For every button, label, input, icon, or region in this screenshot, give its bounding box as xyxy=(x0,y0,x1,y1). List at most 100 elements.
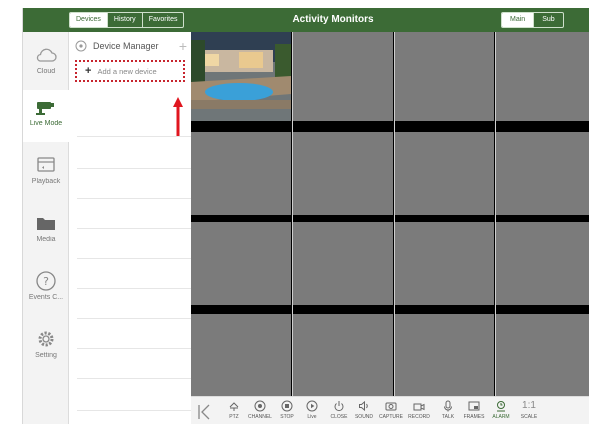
video-channel-cell[interactable] xyxy=(191,314,291,396)
device-list-row xyxy=(77,228,191,229)
video-channel-cell[interactable] xyxy=(394,314,494,396)
video-channel-cell[interactable] xyxy=(495,222,589,305)
app-window: Devices History Favorites Activity Monit… xyxy=(22,8,589,424)
toolbar-label: CHANNEL xyxy=(248,414,272,420)
device-list-row xyxy=(77,258,191,259)
toolbar-label: FRAMES xyxy=(463,414,485,420)
ptz-icon xyxy=(229,402,239,411)
live-video-thumbnail xyxy=(191,32,291,109)
sidebar-item-label: Setting xyxy=(35,352,57,359)
sidebar-item-cloud[interactable]: Cloud xyxy=(23,38,69,90)
sidebar-item-label: Live Mode xyxy=(29,120,63,127)
video-channel-cell[interactable] xyxy=(292,314,393,396)
tab-devices[interactable]: Devices xyxy=(70,13,108,27)
video-channel-cell[interactable] xyxy=(191,222,291,305)
alarm-icon xyxy=(497,401,505,412)
sidebar-item-label: Media xyxy=(36,236,56,243)
add-device-button[interactable]: + Add a new device xyxy=(75,60,185,82)
collapse-left-icon[interactable] xyxy=(197,404,211,420)
video-channel-cell[interactable] xyxy=(495,32,589,121)
mic-icon xyxy=(444,400,452,412)
tab-main-stream[interactable]: Main xyxy=(502,13,535,27)
toolbar-label: SCALE xyxy=(520,414,538,420)
frames-icon xyxy=(468,401,480,411)
page-title: Activity Monitors xyxy=(292,14,374,25)
grid-divider xyxy=(495,32,496,396)
tab-favorites[interactable]: Favorites xyxy=(143,13,184,27)
sidebar-item-live-mode[interactable]: Live Mode xyxy=(23,90,69,142)
toolbar-label: RECORD xyxy=(408,414,430,420)
sidebar-item-media[interactable]: Media xyxy=(23,206,69,258)
add-icon[interactable]: + xyxy=(179,39,187,53)
svg-text:?: ? xyxy=(43,275,49,288)
channel-button[interactable]: CHANNEL xyxy=(247,399,273,424)
record-button[interactable]: RECORD xyxy=(406,399,432,424)
sidebar-item-playback[interactable]: Playback xyxy=(23,148,69,200)
video-grid xyxy=(191,32,589,396)
device-list-row xyxy=(77,348,191,349)
sound-button[interactable]: SOUND xyxy=(351,399,377,424)
device-list-row xyxy=(77,410,191,411)
toolbar-label: Live xyxy=(307,414,317,420)
video-channel-cell[interactable] xyxy=(292,222,393,305)
toolbar-label: PTZ xyxy=(229,414,239,420)
sidebar: Cloud Live Mode Playback Media ? Events … xyxy=(23,32,69,424)
video-channel-cell[interactable] xyxy=(394,222,494,305)
record-icon xyxy=(413,403,425,411)
sidebar-item-setting[interactable]: Setting xyxy=(23,322,69,374)
red-arrow-annotation xyxy=(173,97,183,137)
video-channel-cell[interactable] xyxy=(292,32,393,121)
scale-button[interactable]: 1:1 SCALE xyxy=(516,399,542,424)
toolbar-label: ALARM xyxy=(492,414,510,420)
video-channel-cell[interactable] xyxy=(495,132,589,215)
toolbar-label: TALK xyxy=(441,414,455,420)
device-list-row xyxy=(77,168,191,169)
video-channel-cell[interactable] xyxy=(191,32,291,121)
close-button[interactable]: CLOSE xyxy=(326,399,352,424)
channel-icon xyxy=(254,400,266,412)
tab-sub-stream[interactable]: Sub xyxy=(534,13,562,27)
video-channel-cell[interactable] xyxy=(394,132,494,215)
device-list-row xyxy=(77,136,191,137)
video-channel-cell[interactable] xyxy=(495,314,589,396)
device-manager-icon xyxy=(75,40,87,52)
cloud-icon xyxy=(36,48,57,62)
capture-button[interactable]: CAPTURE xyxy=(378,399,404,424)
device-list-row xyxy=(77,378,191,379)
stop-button[interactable]: STOP xyxy=(274,399,300,424)
toolbar-label: CAPTURE xyxy=(379,414,403,420)
video-channel-cell[interactable] xyxy=(292,132,393,215)
folder-icon xyxy=(37,218,55,230)
play-icon xyxy=(306,400,318,412)
toolbar-label: STOP xyxy=(280,414,294,420)
device-list-row xyxy=(77,198,191,199)
bottom-toolbar: PTZ CHANNEL STOP Live CLOSE SOUND CAPTURE RECOR… xyxy=(191,396,589,424)
talk-button[interactable]: TALK xyxy=(435,399,461,424)
device-manager-header: Device Manager + xyxy=(75,38,187,54)
sidebar-item-label: Cloud xyxy=(36,68,56,75)
live-button[interactable]: Live xyxy=(299,399,325,424)
device-manager-title: Device Manager xyxy=(93,41,159,51)
alarm-button[interactable]: ALARM xyxy=(488,399,514,424)
capture-icon xyxy=(385,402,397,411)
sidebar-item-events[interactable]: ? Events C... xyxy=(23,264,69,316)
question-icon: ? xyxy=(36,271,56,291)
stop-icon xyxy=(281,400,293,412)
video-channel-cell[interactable] xyxy=(394,32,494,121)
camera-icon xyxy=(36,102,54,115)
ptz-button[interactable]: PTZ xyxy=(221,399,247,424)
toolbar-label: SOUND xyxy=(354,414,374,420)
power-icon xyxy=(334,401,344,412)
speaker-icon xyxy=(359,400,368,412)
tab-history[interactable]: History xyxy=(108,13,143,27)
stream-tabs: Main Sub xyxy=(501,12,564,28)
video-channel-cell[interactable] xyxy=(191,132,291,215)
gear-icon xyxy=(38,331,54,347)
device-list-row xyxy=(77,288,191,289)
frames-button[interactable]: FRAMES xyxy=(461,399,487,424)
scale-ratio: 1:1 xyxy=(522,400,536,411)
view-tabs: Devices History Favorites xyxy=(69,12,185,28)
grid-divider xyxy=(394,32,395,396)
toolbar-label: CLOSE xyxy=(330,414,348,420)
top-bar: Devices History Favorites Activity Monit… xyxy=(23,8,589,32)
